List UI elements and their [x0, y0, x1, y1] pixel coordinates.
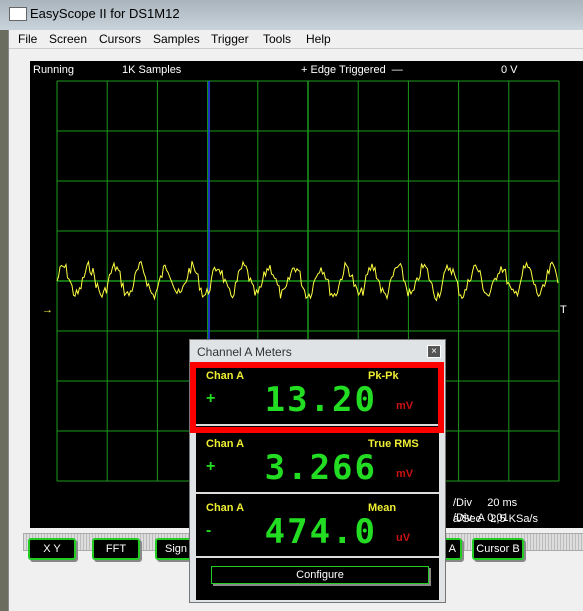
close-icon[interactable]: × — [427, 345, 441, 358]
meter-channel: Chan A — [206, 502, 245, 514]
fft-button[interactable]: FFT — [92, 538, 140, 560]
cursor-b-button[interactable]: Cursor B — [472, 538, 524, 560]
meter-value: 3.266 — [264, 448, 377, 488]
dialog-title: Channel A Meters — [197, 345, 292, 359]
menu-screen[interactable]: Screen — [49, 32, 87, 46]
meter-channel: Chan A — [206, 438, 245, 450]
xy-button[interactable]: X Y — [28, 538, 76, 560]
time-div-info: /Div 20 ms — [453, 497, 518, 509]
meter-unit: mV — [396, 468, 414, 480]
menu-tools[interactable]: Tools — [263, 32, 291, 46]
window-title: EasyScope II for DS1M12 — [30, 6, 180, 21]
meter-sign: - — [206, 522, 212, 539]
trigger-arrow-marker: → — [42, 304, 53, 316]
meter-mean: Chan A Mean - 474.0 uV — [196, 494, 439, 558]
meter-unit: uV — [396, 532, 411, 544]
title-bar: EasyScope II for DS1M12 — [0, 0, 583, 30]
menu-cursors[interactable]: Cursors — [99, 32, 141, 46]
highlight-box — [190, 362, 444, 433]
menu-file[interactable]: File — [18, 32, 37, 46]
menu-bar: File Screen Cursors Samples Trigger Tool… — [9, 30, 583, 49]
volt-div-info: /Div A 0,01 — [453, 512, 509, 524]
configure-button[interactable]: Configure — [211, 566, 429, 584]
meter-sign: + — [206, 458, 216, 475]
app-icon — [9, 7, 27, 21]
trigger-t-marker: T — [560, 304, 567, 316]
menu-trigger[interactable]: Trigger — [211, 32, 249, 46]
menu-help[interactable]: Help — [306, 32, 331, 46]
meter-true-rms: Chan A True RMS + 3.266 mV — [196, 430, 439, 494]
meter-value: 474.0 — [264, 512, 377, 552]
menu-samples[interactable]: Samples — [153, 32, 200, 46]
